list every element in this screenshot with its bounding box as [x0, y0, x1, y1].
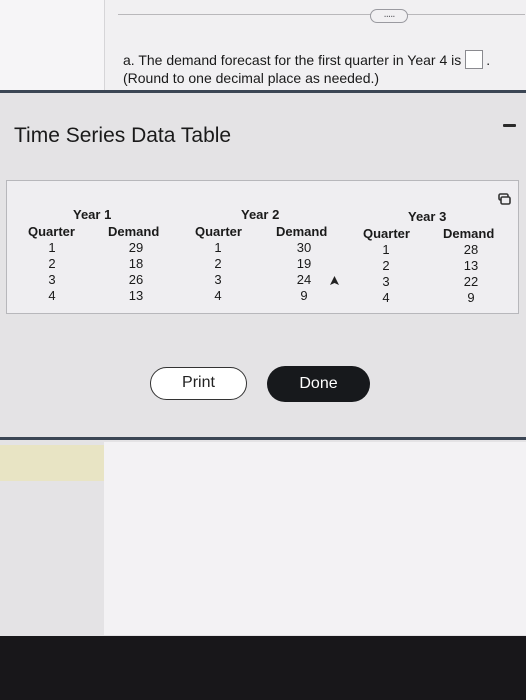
- demand-cell: 30: [296, 240, 312, 255]
- quarter-header: Quarter: [28, 224, 75, 239]
- quarter-cell: 4: [214, 288, 222, 303]
- question-period: .: [486, 52, 491, 68]
- demand-header: Demand: [108, 224, 160, 239]
- demand-cell: 18: [128, 256, 144, 271]
- demand-cell: 13: [128, 288, 144, 303]
- answer-input[interactable]: [465, 50, 484, 69]
- cursor-icon: [330, 274, 339, 292]
- data-table-panel: [6, 180, 519, 314]
- demand-cell: 19: [296, 256, 312, 271]
- quarter-cell: 3: [48, 272, 56, 287]
- demand-cell: 28: [463, 242, 479, 257]
- demand-cell: 24: [296, 272, 312, 287]
- quarter-cell: 1: [382, 242, 390, 257]
- modal-title: Time Series Data Table: [14, 124, 232, 147]
- top-rule: [118, 14, 525, 15]
- demand-cell: 13: [463, 258, 479, 273]
- quarter-cell: 3: [382, 274, 390, 289]
- divider: [0, 437, 526, 440]
- demand-header: Demand: [276, 224, 328, 239]
- quarter-cell: 2: [382, 258, 390, 273]
- year-3-header: Year 3: [408, 209, 447, 224]
- divider: [0, 90, 526, 93]
- quarter-cell: 1: [214, 240, 222, 255]
- copy-icon[interactable]: [498, 192, 511, 210]
- quarter-header: Quarter: [363, 226, 410, 241]
- demand-cell: 9: [467, 290, 475, 305]
- quarter-header: Quarter: [195, 224, 242, 239]
- demand-cell: 26: [128, 272, 144, 287]
- quarter-cell: 4: [382, 290, 390, 305]
- year-1-header: Year 1: [73, 207, 112, 222]
- demand-cell: 29: [128, 240, 144, 255]
- year-2-header: Year 2: [241, 207, 280, 222]
- more-button[interactable]: .....: [370, 9, 408, 23]
- quarter-cell: 2: [48, 256, 56, 271]
- quarter-cell: 4: [48, 288, 56, 303]
- quarter-cell: 1: [48, 240, 56, 255]
- demand-header: Demand: [443, 226, 495, 241]
- dark-edge: [0, 636, 526, 700]
- highlight-strip: [0, 445, 104, 481]
- demand-cell: 22: [463, 274, 479, 289]
- question-line: a. The demand forecast for the first qua…: [123, 50, 490, 69]
- quarter-cell: 2: [214, 256, 222, 271]
- question: a. The demand forecast for the first qua…: [123, 50, 490, 87]
- left-strip: [0, 0, 105, 92]
- rounding-note: (Round to one decimal place as needed.): [123, 70, 380, 86]
- done-button[interactable]: Done: [267, 366, 370, 402]
- minimize-icon[interactable]: [503, 124, 516, 127]
- content-area: [104, 442, 526, 635]
- print-button[interactable]: Print: [150, 367, 247, 400]
- quarter-cell: 3: [214, 272, 222, 287]
- question-text: a. The demand forecast for the first qua…: [123, 52, 462, 68]
- demand-cell: 9: [300, 288, 308, 303]
